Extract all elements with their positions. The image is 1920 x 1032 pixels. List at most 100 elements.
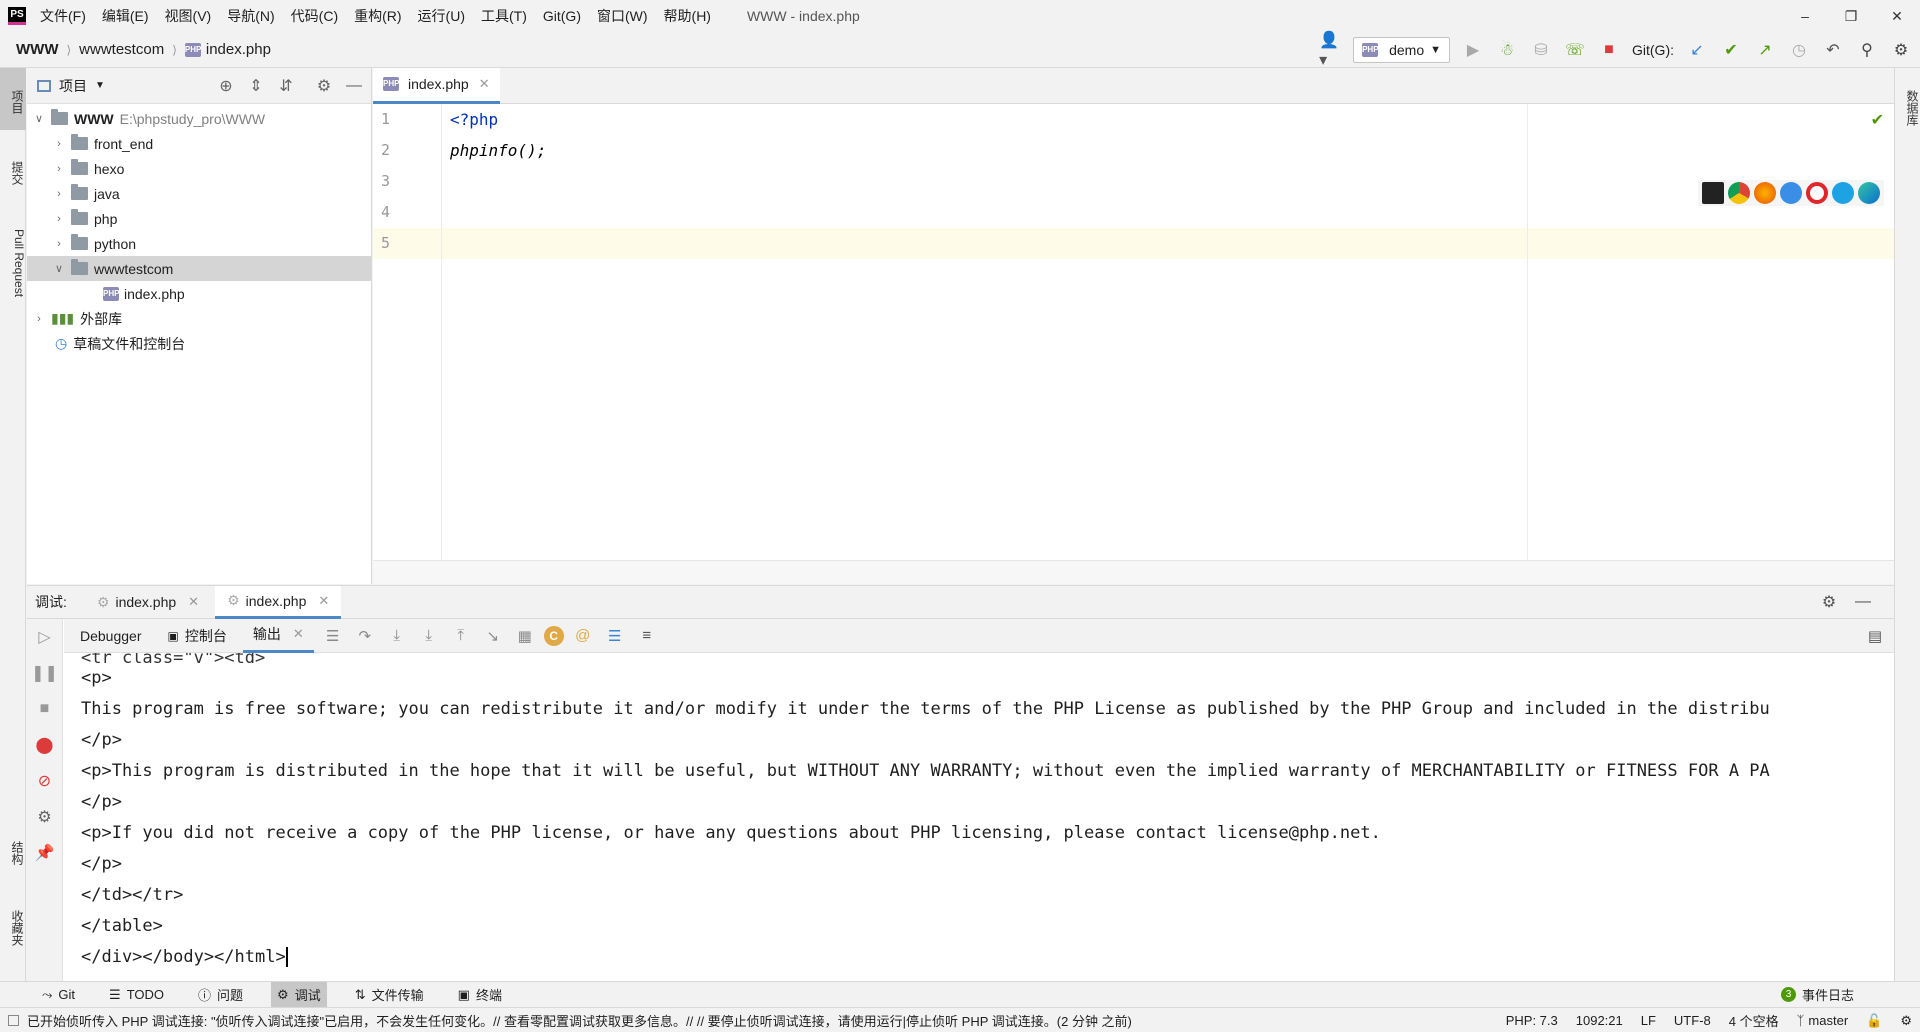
status-message[interactable]: 已开始侦听传入 PHP 调试连接: "侦听传入调试连接"已启用，不会发生任何变化… xyxy=(27,1011,1132,1030)
git-commit-icon[interactable]: ✔ xyxy=(1720,39,1742,61)
step-over-icon[interactable]: ↷ xyxy=(352,623,378,649)
close-tab-icon[interactable]: ✕ xyxy=(188,594,199,610)
tool-todo[interactable]: ☰ TODO xyxy=(103,982,170,1008)
stop-icon[interactable]: ■ xyxy=(27,691,62,727)
debug-session-tab-active[interactable]: ⚙ index.php ✕ xyxy=(215,585,342,619)
rollback-icon[interactable]: ↶ xyxy=(1822,39,1844,61)
chevron-right-icon[interactable]: › xyxy=(51,163,67,175)
chevron-down-icon[interactable]: ∨ xyxy=(31,112,47,125)
layout-icon[interactable]: ▤ xyxy=(1862,623,1888,649)
force-step-into-icon[interactable]: ⤓ xyxy=(416,623,442,649)
breadcrumb-folder[interactable]: wwwtestcom xyxy=(79,41,164,58)
editor-tab-index-php[interactable]: PHP index.php ✕ xyxy=(373,67,500,104)
chevron-down-icon[interactable]: ∨ xyxy=(51,262,67,275)
ie-icon[interactable] xyxy=(1832,182,1854,204)
tree-row-hexo[interactable]: › hexo xyxy=(27,156,371,181)
editor-scrollbar[interactable] xyxy=(373,560,1894,584)
menu-edit[interactable]: 编辑(E) xyxy=(102,6,149,26)
constants-icon[interactable]: C xyxy=(543,625,564,646)
chevron-right-icon[interactable]: › xyxy=(31,313,47,325)
evaluate-icon[interactable]: ▦ xyxy=(512,623,538,649)
tree-row-wwwtestcom[interactable]: ∨ wwwtestcom xyxy=(27,256,371,281)
chevron-right-icon[interactable]: › xyxy=(51,213,67,225)
pin-icon[interactable]: 📌 xyxy=(27,835,62,871)
history-icon[interactable]: ◷ xyxy=(1788,39,1810,61)
output-console[interactable]: <tr class="v"><td> <p> This program is f… xyxy=(64,653,1894,982)
run-config-select[interactable]: PHP demo ▼ xyxy=(1353,37,1450,63)
opera-icon[interactable] xyxy=(1806,182,1828,204)
chrome-icon[interactable] xyxy=(1728,182,1750,204)
settings-icon[interactable]: ⚙ xyxy=(313,75,335,97)
list-icon[interactable]: ☰ xyxy=(602,623,628,649)
add-list-icon[interactable]: ≡ xyxy=(634,623,660,649)
debug-icon[interactable]: ☃ xyxy=(1496,39,1518,61)
tool-tab-structure[interactable]: 结构 xyxy=(0,828,26,878)
php-version[interactable]: PHP: 7.3 xyxy=(1506,1013,1558,1028)
pause-icon[interactable]: ❚❚ xyxy=(27,655,62,691)
breadcrumb-file[interactable]: index.php xyxy=(206,41,271,58)
tree-row-front-end[interactable]: › front_end xyxy=(27,131,371,156)
close-tab-icon[interactable]: ✕ xyxy=(479,76,490,92)
run-icon[interactable]: ▶ xyxy=(1462,39,1484,61)
menu-navigate[interactable]: 导航(N) xyxy=(227,6,274,26)
user-icon[interactable]: 👤▾ xyxy=(1319,32,1341,69)
minimize-icon[interactable]: – xyxy=(1782,8,1828,24)
maximize-icon[interactable]: ❐ xyxy=(1828,8,1874,25)
tool-problems[interactable]: ⓘ 问题 xyxy=(192,982,249,1008)
code-area[interactable]: <?php phpinfo(); ✔ xyxy=(441,104,1894,560)
settings-icon[interactable]: ⚙ xyxy=(1890,39,1912,61)
git-push-icon[interactable]: ↗ xyxy=(1754,39,1776,61)
hide-icon[interactable]: — xyxy=(343,75,365,97)
inspection-ok-icon[interactable]: ✔ xyxy=(1871,110,1884,130)
phpstorm-browser-icon[interactable] xyxy=(1702,182,1724,204)
tool-tab-project[interactable]: 项目 xyxy=(0,68,26,130)
hide-icon[interactable]: — xyxy=(1852,591,1874,613)
menu-icon[interactable]: ☰ xyxy=(320,623,346,649)
coverage-icon[interactable]: ⛁ xyxy=(1530,39,1552,61)
tool-tab-database[interactable]: 数据库 xyxy=(1895,78,1920,138)
git-branch[interactable]: ᛉ master xyxy=(1797,1013,1849,1028)
collapse-all-icon[interactable]: ⇵ xyxy=(275,75,297,97)
lock-icon[interactable]: 🔓 xyxy=(1866,1013,1882,1029)
breadcrumb-root[interactable]: WWW xyxy=(16,41,58,58)
tool-tab-commit[interactable]: 提交 xyxy=(0,148,26,198)
locate-icon[interactable]: ⊕ xyxy=(215,75,237,97)
menu-code[interactable]: 代码(C) xyxy=(291,6,338,26)
chevron-right-icon[interactable]: › xyxy=(51,138,67,150)
run-to-cursor-icon[interactable]: ↘ xyxy=(480,623,506,649)
menu-run[interactable]: 运行(U) xyxy=(418,6,465,26)
mute-breakpoints-icon[interactable]: ⊘ xyxy=(27,763,62,799)
close-tab-icon[interactable]: ✕ xyxy=(318,593,329,609)
settings-icon[interactable]: ⚙ xyxy=(27,799,62,835)
tool-file-transfer[interactable]: ⇅ 文件传输 xyxy=(349,982,430,1008)
tool-terminal[interactable]: ▣ 终端 xyxy=(452,982,508,1008)
listen-debug-icon[interactable]: ☏ xyxy=(1564,39,1586,61)
tree-row-root[interactable]: ∨ WWW E:\phpstudy_pro\WWW xyxy=(27,106,371,131)
memory-indicator-icon[interactable]: ⚙ xyxy=(1900,1013,1912,1029)
tree-row-java[interactable]: › java xyxy=(27,181,371,206)
tree-row-scratches[interactable]: ◷ 草稿文件和控制台 xyxy=(27,331,371,356)
file-encoding[interactable]: UTF-8 xyxy=(1674,1013,1711,1028)
chevron-down-icon[interactable]: ▼ xyxy=(95,80,105,91)
tree-row-index-php[interactable]: PHP index.php xyxy=(27,281,371,306)
menu-refactor[interactable]: 重构(R) xyxy=(354,6,401,26)
chevron-right-icon[interactable]: › xyxy=(51,188,67,200)
expand-all-icon[interactable]: ⇕ xyxy=(245,75,267,97)
caret-position[interactable]: 1092:21 xyxy=(1576,1013,1623,1028)
tool-debug[interactable]: ⚙ 调试 xyxy=(271,981,327,1008)
menu-file[interactable]: 文件(F) xyxy=(40,6,86,26)
menu-help[interactable]: 帮助(H) xyxy=(664,6,711,26)
debugger-tab[interactable]: Debugger xyxy=(70,619,152,653)
status-toggle-icon[interactable] xyxy=(8,1014,19,1026)
chevron-right-icon[interactable]: › xyxy=(51,238,67,250)
tree-row-external-libs[interactable]: › ▮▮▮ 外部库 xyxy=(27,306,371,331)
search-icon[interactable]: ⚲ xyxy=(1856,39,1878,61)
output-tab[interactable]: 输出 ✕ xyxy=(242,618,314,653)
stop-icon[interactable]: ■ xyxy=(1598,39,1620,61)
safari-icon[interactable] xyxy=(1780,182,1802,204)
line-ending[interactable]: LF xyxy=(1641,1013,1656,1028)
menu-git[interactable]: Git(G) xyxy=(543,8,581,24)
debug-session-tab[interactable]: ⚙ index.php ✕ xyxy=(85,586,211,619)
settings-icon[interactable]: ⚙ xyxy=(1818,591,1840,613)
close-icon[interactable]: ✕ xyxy=(1874,8,1920,25)
